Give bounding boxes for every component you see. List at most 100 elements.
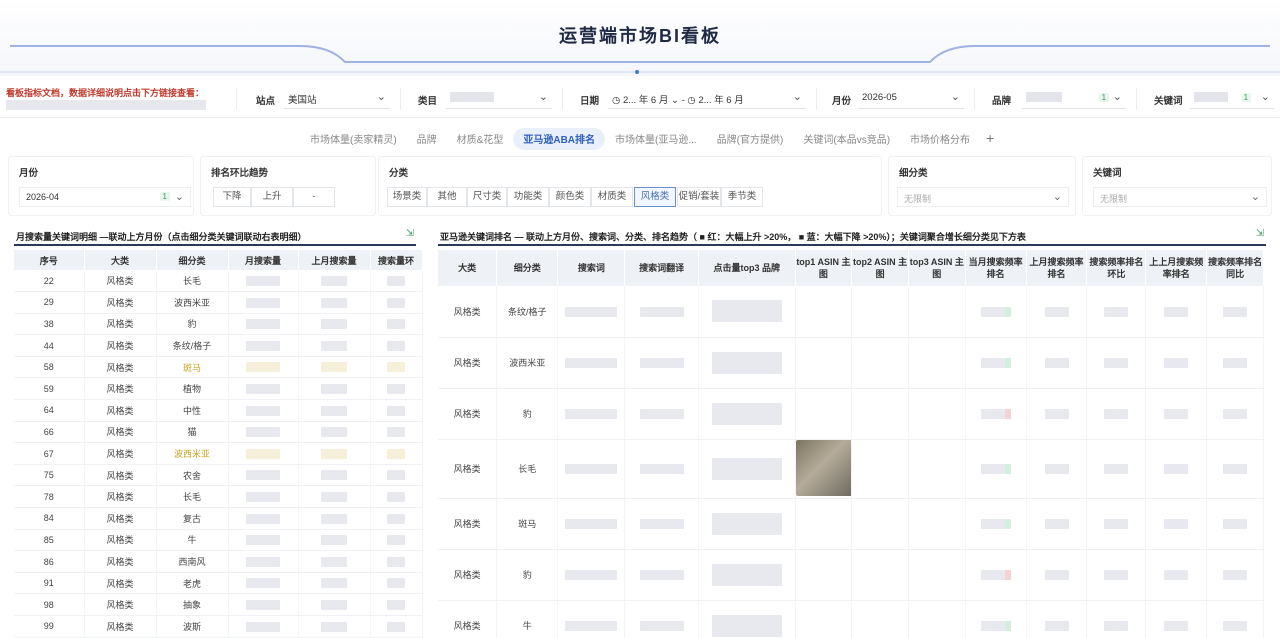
col-index[interactable]: 序号 [14,250,85,270]
td-subcategory[interactable]: 斑马 [156,356,229,379]
table-row[interactable]: 86 风格类 西南风 [14,550,423,573]
td-subcategory[interactable]: 抽象 [156,593,229,616]
export-icon[interactable]: ⇲ [406,228,414,239]
td-subcategory[interactable]: 豹 [156,313,229,336]
trend-down-button[interactable]: 下降 [213,187,251,207]
right-col-header[interactable]: 当月搜索频率排名 [965,250,1027,286]
tab-amazon-aba-rank[interactable]: 亚马逊ABA排名 [513,128,606,150]
site-select[interactable]: 美国站 ⌄ [284,87,390,109]
td-subcategory[interactable]: 波西米亚 [156,291,229,314]
asin-image-cell[interactable] [908,286,966,338]
table-row[interactable]: 78 风格类 长毛 [14,485,423,509]
right-col-header[interactable]: 细分类 [496,250,559,286]
right-col-header[interactable]: 大类 [438,250,498,286]
class-material-button[interactable]: 材质类 [591,187,633,207]
td-subcategory[interactable]: 波西米亚 [156,442,229,465]
table-row[interactable]: 98 风格类 抽象 [14,593,423,616]
keyword-filter-select[interactable]: 无限制 ⌄ [1093,187,1267,207]
table-row[interactable]: 风格类牛 [438,600,1264,638]
table-row[interactable]: 99 风格类 波斯 [14,615,423,638]
td-subcategory[interactable]: 复古 [156,507,229,530]
asin-image-cell[interactable] [908,498,966,550]
asin-image-cell[interactable] [851,600,909,638]
asin-image-cell[interactable] [851,549,909,601]
col-search-change[interactable]: 搜索量环 [370,250,423,270]
td-subcategory[interactable]: 长毛 [156,485,229,509]
month-filter-select[interactable]: 2026-04 1 ⌄ [19,187,191,207]
asin-image-cell[interactable] [795,439,853,499]
asin-image-cell[interactable] [795,549,853,601]
asin-image-cell[interactable] [908,549,966,601]
class-other-button[interactable]: 其他 [427,187,467,207]
asin-image-cell[interactable] [851,337,909,389]
table-row[interactable]: 风格类 波西米亚 [438,337,1264,389]
keyword-select[interactable]: 1 ⌄ [1190,87,1274,109]
trend-up-button[interactable]: 上升 [251,187,293,207]
class-color-button[interactable]: 颜色类 [549,187,591,207]
class-style-button[interactable]: 风格类 [634,187,676,207]
table-row[interactable]: 58 风格类 斑马 [14,356,423,379]
asin-image-cell[interactable] [851,388,909,440]
td-subcategory[interactable]: 波斯 [156,615,229,638]
col-subcategory[interactable]: 细分类 [156,250,229,270]
tab-market-volume-amazon[interactable]: 市场体量(亚马逊... [605,128,707,150]
td-subcategory[interactable]: 中性 [156,399,229,422]
date-end[interactable]: 2... 年 6 月 [698,95,743,106]
class-scene-button[interactable]: 场景类 [387,187,427,207]
td-subcategory[interactable]: 长毛 [156,270,229,293]
tab-keyword-vs[interactable]: 关键词(本品vs竞品) [793,128,900,150]
table-row[interactable]: 85 风格类牛 [14,529,423,552]
table-row[interactable]: 风格类 条纹/格子 [438,286,1264,338]
right-col-header[interactable]: top3 ASIN 主图 [908,250,966,286]
table-row[interactable]: 75 风格类 农舍 [14,464,423,487]
right-col-header[interactable]: 搜索频率排名环比 [1086,250,1147,286]
td-subcategory[interactable]: 猫 [156,421,229,444]
td-subcategory[interactable]: 农舍 [156,464,229,487]
td-subcategory[interactable]: 条纹/格子 [156,334,229,357]
td-subcategory[interactable]: 植物 [156,377,229,401]
brand-select[interactable]: 1 ⌄ [1022,87,1126,109]
table-row[interactable]: 风格类豹 [438,549,1264,601]
asin-image-cell[interactable] [851,286,909,338]
asin-image-cell[interactable] [795,600,853,638]
add-tab-button[interactable]: + [980,128,1000,150]
asin-image-cell[interactable] [908,439,966,499]
table-row[interactable]: 44 风格类 条纹/格子 [14,334,423,357]
doc-link-placeholder[interactable] [6,100,206,110]
asin-image-cell[interactable] [795,498,853,550]
table-row[interactable]: 风格类豹 [438,388,1264,440]
trend-none-button[interactable]: - [293,187,335,207]
right-col-header[interactable]: 搜索词 [557,250,626,286]
table-row[interactable]: 38 风格类豹 [14,313,423,336]
table-row[interactable]: 风格类 长毛 [438,439,1264,499]
tab-brand[interactable]: 品牌 [407,128,447,150]
asin-image-cell[interactable] [795,337,853,389]
table-row[interactable]: 67 风格类 波西米亚 [14,442,423,465]
col-monthly-search[interactable]: 月搜索量 [228,250,299,270]
right-col-header[interactable]: top2 ASIN 主图 [851,250,909,286]
right-col-header[interactable]: 搜索词翻译 [624,250,699,286]
asin-image-cell[interactable] [795,286,853,338]
col-last-month-search[interactable]: 上月搜索量 [298,250,371,270]
table-row[interactable]: 84 风格类 复古 [14,507,423,530]
date-start[interactable]: 2... 年 6 月 [623,95,668,106]
class-size-button[interactable]: 尺寸类 [467,187,507,207]
asin-image-cell[interactable] [851,498,909,550]
tab-brand-official[interactable]: 品牌(官方提供) [707,128,794,150]
doc-notice[interactable]: 看板指标文档，数据详细说明点击下方链接查看： [6,86,226,99]
td-subcategory[interactable]: 西南风 [156,550,229,573]
table-row[interactable]: 22 风格类 长毛 [14,270,423,293]
right-col-header[interactable]: 搜索频率排名同比 [1206,250,1264,286]
table-row[interactable]: 64 风格类 中性 [14,399,423,422]
right-col-header[interactable]: 上上月搜索频率排名 [1145,250,1208,286]
td-subcategory[interactable]: 老虎 [156,572,229,595]
table-row[interactable]: 29 风格类 波西米亚 [14,291,423,314]
table-row[interactable]: 风格类 斑马 [438,498,1264,550]
table-row[interactable]: 59 风格类 植物 [14,377,423,401]
asin-image-cell[interactable] [908,337,966,389]
td-subcategory[interactable]: 牛 [156,529,229,552]
table-row[interactable]: 66 风格类猫 [14,421,423,444]
tab-material-pattern[interactable]: 材质&花型 [447,128,514,150]
right-col-header[interactable]: 点击量top3 品牌 [698,250,796,286]
category-select[interactable]: ⌄ [446,87,552,109]
